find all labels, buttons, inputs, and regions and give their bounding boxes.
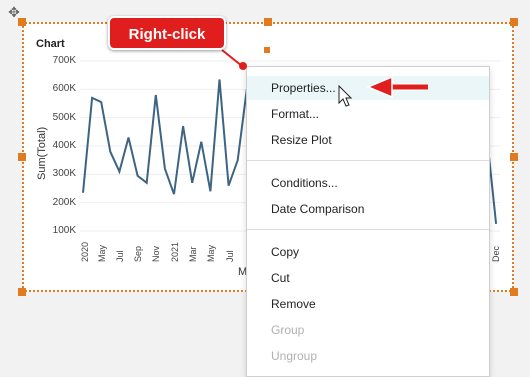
menu-item-ungroup: Ungroup [271, 349, 318, 363]
menu-item-group: Group [271, 323, 305, 337]
menu-separator [247, 229, 489, 230]
menu-item-copy[interactable]: Copy [247, 240, 489, 264]
menu-item-remove[interactable]: Remove [247, 292, 489, 316]
menu-item-date-comparison[interactable]: Date Comparison [247, 197, 489, 221]
context-menu: Properties... Format... Resize Plot Cond… [246, 66, 490, 377]
menu-item-resize-plot[interactable]: Resize Plot [247, 128, 489, 152]
menu-item-format[interactable]: Format... [247, 102, 489, 126]
menu-separator [247, 160, 489, 161]
menu-item-conditions[interactable]: Conditions... [247, 171, 489, 195]
menu-item-cut[interactable]: Cut [247, 266, 489, 290]
menu-item-properties[interactable]: Properties... [247, 76, 489, 100]
right-click-callout: Right-click [108, 16, 226, 50]
series-line [82, 79, 248, 195]
